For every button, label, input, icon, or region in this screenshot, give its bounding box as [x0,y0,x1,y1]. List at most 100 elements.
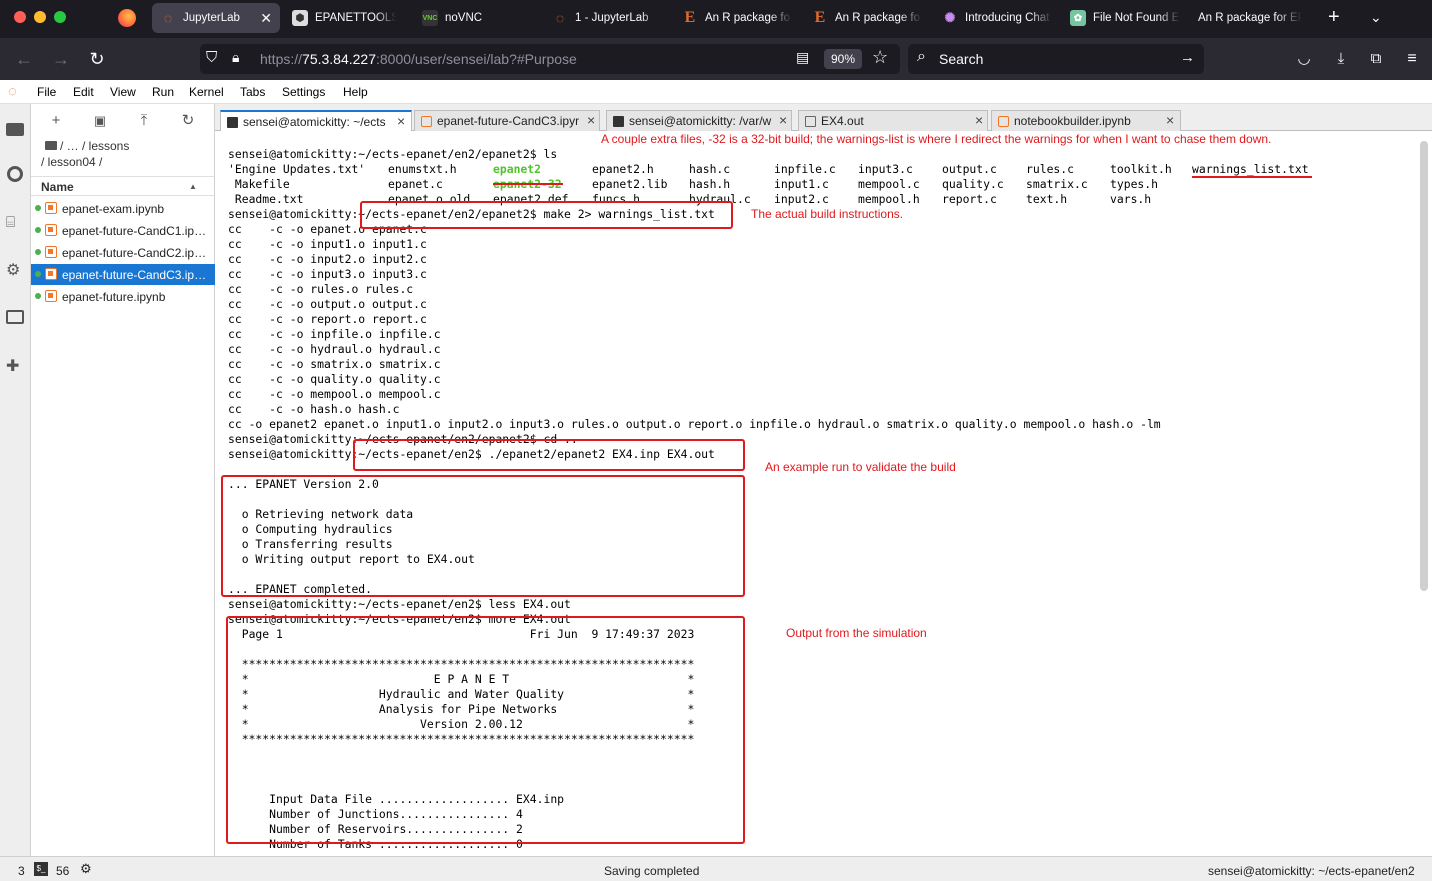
new-launcher-plus-icon[interactable]: + [47,112,65,130]
shield-icon[interactable]: ⛉ [206,49,217,66]
new-tab-plus-icon[interactable]: + [1328,6,1340,29]
file-icon [805,116,816,127]
close-tab-icon[interactable]: ✕ [260,10,272,27]
browser-tab-jupyterlab-2[interactable]: ◌ 1 - JupyterLab [544,3,670,33]
ls-entry: input3.c [858,162,913,176]
doc-tab-notebook-candc3[interactable]: epanet-future-CandC3.ipyr × [414,110,600,131]
minimize-window-button[interactable] [34,11,46,23]
status-bar: 3 $_ 56 ⚙ Saving completed sensei@atomic… [0,856,1432,881]
close-tab-icon[interactable]: × [779,112,787,128]
annotation-underline-epanet2-32 [493,183,563,185]
browser-tab-file-not-found[interactable]: ✿ File Not Found E [1062,3,1188,33]
notebook-icon [998,116,1009,127]
close-window-button[interactable] [14,11,26,23]
reader-view-icon[interactable]: ▤ [796,49,809,66]
status-saving: Saving completed [604,864,700,878]
url-text[interactable]: https://75.3.84.227:8000/user/sensei/lab… [260,51,577,67]
status-count-terminals[interactable]: 56 [56,864,69,878]
browser-tab-jupyterlab[interactable]: ◌ JupyterLab ✕ [152,3,280,33]
ls-entry: inpfile.c [774,162,836,176]
browser-tab-epanettools[interactable]: ⬢ EPANETTOOLS - [284,3,404,33]
hamburger-menu-icon[interactable]: ≡ [1400,47,1424,71]
tab-list-chevron-down-icon[interactable]: ⌄ [1370,9,1382,26]
ls-entry: report.c [942,192,997,206]
commands-palette-icon[interactable]: ⌸ [6,214,24,232]
doc-tab-terminal-ects[interactable]: sensei@atomickitty: ~/ects × [220,110,412,132]
terminal-icon [227,117,238,128]
search-input[interactable]: ⌕ Search → [908,44,1204,74]
sort-caret-up-icon[interactable]: ▲ [189,182,197,191]
ls-entry: hash.c [689,162,731,176]
browser-tab-novnc[interactable]: VNC noVNC [414,3,534,33]
folder-home-icon[interactable] [45,141,57,150]
ls-entry: output.c [942,162,997,176]
running-sessions-icon[interactable] [7,166,23,182]
forward-arrow-icon[interactable]: → [49,47,73,71]
annotation-output: Output from the simulation [786,626,927,640]
tabs-window-icon[interactable] [6,310,24,324]
ls-entry: epanet2 [493,162,542,176]
firefox-icon[interactable] [118,9,136,27]
menu-edit[interactable]: Edit [73,85,94,99]
close-tab-icon[interactable]: × [1166,112,1174,128]
bookmark-star-icon[interactable]: ☆ [872,47,888,68]
terminal-scrollbar[interactable] [1420,141,1428,591]
search-go-arrow-icon[interactable]: → [1180,49,1195,66]
pocket-icon[interactable]: ◡ [1292,47,1316,71]
menu-help[interactable]: Help [343,85,368,99]
file-item[interactable]: epanet-future-CandC1.ipynb [31,220,215,241]
browser-tab-introducing-chat[interactable]: ✺ Introducing Chat [934,3,1060,33]
browser-tab-r-package-1[interactable]: E An R package fo [674,3,800,33]
file-item-selected[interactable]: epanet-future-CandC3.ipynb [31,264,215,285]
refresh-icon[interactable]: ↻ [179,112,197,130]
browser-tab-r-package-2[interactable]: E An R package fo [804,3,930,33]
terminal-panel[interactable]: sensei@atomickitty:~/ects-epanet/en2/epa… [215,131,1432,856]
menu-run[interactable]: Run [152,85,174,99]
close-tab-icon[interactable]: × [397,113,405,129]
jupyter-icon: ◌ [163,10,173,26]
browser-tab-r-package-3[interactable]: An R package for EP [1190,3,1310,33]
breadcrumb[interactable]: / … / lessons / lesson04 / [41,138,211,170]
jupyter-logo-icon: ◌ [8,83,17,100]
jupyter-menubar: ◌ File Edit View Run Kernel Tabs Setting… [0,80,1432,104]
close-tab-icon[interactable]: × [587,112,595,128]
ls-entry: warnings_list.txt [1192,162,1309,176]
doc-tab-ex4-out[interactable]: EX4.out × [798,110,988,131]
annotation-box-run-command [353,439,745,471]
lock-icon[interactable]: 🔒︎ [232,49,239,66]
folder-icon[interactable] [6,123,24,136]
menu-view[interactable]: View [110,85,136,99]
menu-settings[interactable]: Settings [282,85,325,99]
file-list-header[interactable]: Name ▲ [31,176,215,196]
doc-tab-notebookbuilder[interactable]: notebookbuilder.ipynb × [991,110,1181,131]
file-browser-panel: + ▣ ⤒ ↻ / … / lessons / lesson04 / Name … [31,104,215,856]
back-arrow-icon[interactable]: ← [12,47,36,71]
doc-tab-terminal-var[interactable]: sensei@atomickitty: /var/w × [606,110,792,131]
close-tab-icon[interactable]: × [975,112,983,128]
file-item[interactable]: epanet-future-CandC2.ipynb [31,242,215,263]
terminal-line: cc -c -o inpfile.o inpfile.c [228,327,441,341]
menu-file[interactable]: File [37,85,56,99]
reload-icon[interactable]: ↻ [85,47,109,71]
browser-tab-strip: ◌ JupyterLab ✕ ⬢ EPANETTOOLS - VNC noVNC… [0,0,1432,38]
ls-entry: hash.h [689,177,731,191]
upload-icon[interactable]: ⤒ [135,112,153,130]
menu-kernel[interactable]: Kernel [189,85,224,99]
file-item[interactable]: epanet-future.ipynb [31,286,215,307]
extensions-puzzle-icon[interactable]: ✚ [6,358,24,376]
property-inspector-gears-icon[interactable]: ⚙ [6,262,24,280]
status-count-kernels[interactable]: 3 [18,864,25,878]
zoom-level[interactable]: 90% [824,49,862,69]
downloads-icon[interactable]: ⤓ [1329,47,1353,71]
new-folder-icon[interactable]: ▣ [91,112,109,130]
file-item[interactable]: epanet-exam.ipynb [31,198,215,219]
spiral-icon: ✺ [944,10,956,25]
maximize-window-button[interactable] [54,11,66,23]
ls-entry: toolkit.h [1110,162,1172,176]
extensions-icon[interactable]: ⧉ [1364,47,1388,71]
url-bar[interactable]: ⛉ 🔒︎ https://75.3.84.227:8000/user/sense… [200,44,900,74]
gear-icon[interactable]: ⚙ [80,861,92,877]
ls-entry: types.h [1110,177,1159,191]
menu-tabs[interactable]: Tabs [240,85,265,99]
terminal-line: cc -c -o quality.o quality.c [228,372,441,386]
